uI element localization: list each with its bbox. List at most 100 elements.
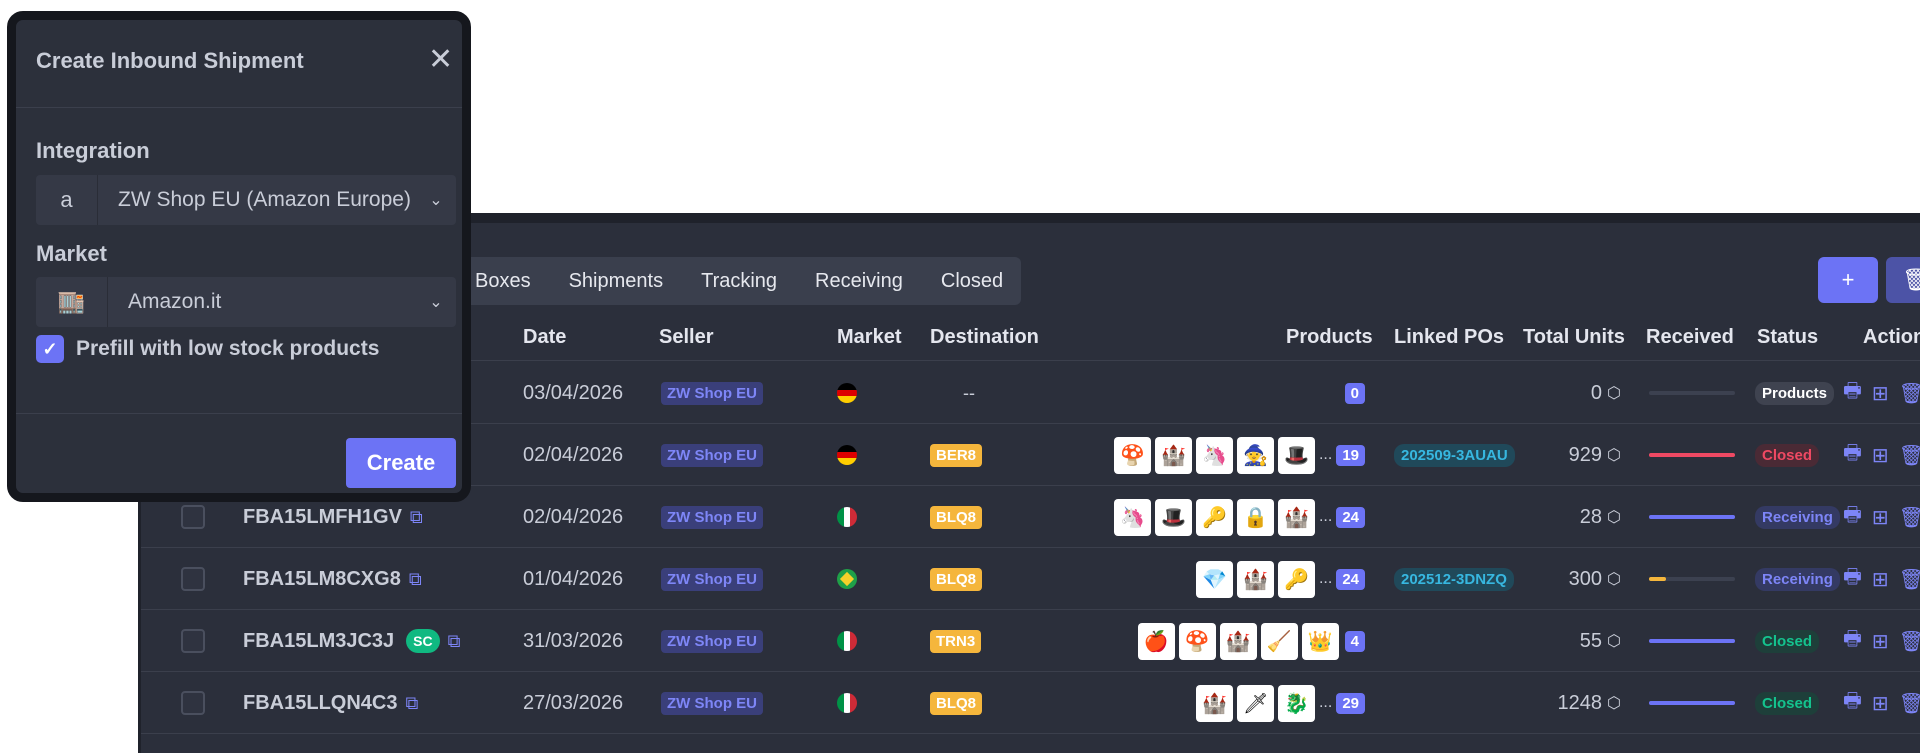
trash-icon[interactable]: 🗑: [1899, 505, 1920, 530]
integration-select[interactable]: a ZW Shop EU (Amazon Europe) ⌄: [36, 175, 456, 225]
add-box-icon[interactable]: ⊞: [1872, 567, 1889, 592]
total-units: 929: [1568, 443, 1603, 466]
tab-boxes[interactable]: Boxes: [461, 270, 550, 293]
shipment-id[interactable]: FBA15LLQN4C3: [243, 692, 397, 715]
product-thumbnail[interactable]: 🍄: [1178, 622, 1216, 660]
add-box-icon[interactable]: ⊞: [1872, 381, 1889, 406]
products-count: 0: [1344, 382, 1365, 404]
external-link-icon[interactable]: ⧉: [448, 631, 461, 652]
status-badge: Products: [1755, 381, 1835, 405]
linked-po-badge[interactable]: 202509-3AUAU: [1394, 443, 1515, 467]
product-thumbnail[interactable]: 🔑: [1277, 560, 1315, 598]
trash-icon[interactable]: 🗑: [1899, 567, 1920, 592]
add-box-icon[interactable]: ⊞: [1872, 629, 1889, 654]
col-destination[interactable]: Destination: [930, 326, 1039, 349]
tab-receiving[interactable]: Receiving: [796, 270, 922, 293]
date: 31/03/2026: [523, 629, 624, 652]
delete-button[interactable]: 🗑: [1886, 257, 1920, 303]
tab-shipments[interactable]: Shipments: [550, 270, 683, 293]
destination-badge: BLQ8: [930, 691, 983, 715]
products-count: 19: [1336, 444, 1365, 466]
product-thumbnail[interactable]: 🧙: [1236, 436, 1274, 474]
col-total-units[interactable]: Total Units: [1523, 326, 1625, 349]
destination-badge: TRN3: [930, 629, 982, 653]
received-progress-bar: [1649, 391, 1735, 395]
row-checkbox[interactable]: [181, 505, 205, 529]
market-select[interactable]: 🏬 Amazon.it ⌄: [36, 277, 456, 327]
more-ellipsis: ...: [1318, 446, 1333, 463]
product-thumbnail[interactable]: 🦄: [1195, 436, 1233, 474]
product-thumbnail[interactable]: 🦄: [1113, 498, 1151, 536]
more-ellipsis: ...: [1318, 508, 1333, 525]
row-checkbox[interactable]: [181, 629, 205, 653]
col-seller[interactable]: Seller: [659, 326, 713, 349]
product-thumbnail[interactable]: 🍄: [1113, 436, 1151, 474]
product-thumbnail[interactable]: 🏰: [1277, 498, 1315, 536]
row-checkbox[interactable]: [181, 691, 205, 715]
product-thumbnail[interactable]: 👑: [1301, 622, 1339, 660]
col-status[interactable]: Status: [1757, 326, 1818, 349]
linked-po-badge[interactable]: 202512-3DNZQ: [1394, 567, 1514, 591]
trash-icon[interactable]: 🗑: [1899, 629, 1920, 654]
trash-icon[interactable]: 🗑: [1899, 381, 1920, 406]
product-thumbnail[interactable]: 🍎: [1137, 622, 1175, 660]
product-thumbnail[interactable]: 🏰: [1195, 684, 1233, 722]
col-date[interactable]: Date: [523, 326, 566, 349]
product-thumbnail[interactable]: 🏰: [1154, 436, 1192, 474]
prefill-checkbox[interactable]: ✓: [36, 335, 64, 363]
print-icon[interactable]: 🖶: [1843, 624, 1862, 658]
create-button[interactable]: Create: [346, 438, 456, 488]
add-box-icon[interactable]: ⊞: [1872, 505, 1889, 530]
create-inbound-shipment-modal: Create Inbound Shipment ✕ Integration a …: [7, 11, 471, 502]
external-link-icon[interactable]: ⧉: [410, 507, 423, 528]
trash-icon[interactable]: 🗑: [1899, 691, 1920, 716]
table-row[interactable]: FBA15LM3JC3J SC ⧉ 31/03/2026 ZW Shop EU TRN…: [141, 610, 1920, 672]
col-market[interactable]: Market: [837, 326, 901, 349]
col-linked-pos[interactable]: Linked POs: [1394, 326, 1504, 349]
row-checkbox[interactable]: [181, 567, 205, 591]
shipment-id[interactable]: FBA15LM8CXG8: [243, 568, 401, 591]
italy-flag-icon: [837, 631, 857, 651]
product-thumbnail[interactable]: 🏰: [1236, 560, 1274, 598]
table-row[interactable]: FBA15LLQN4C3 ⧉ 27/03/2026 ZW Shop EU BLQ8 🏰 🗡…: [141, 672, 1920, 734]
product-thumbnail[interactable]: 🎩: [1154, 498, 1192, 536]
integration-value: ZW Shop EU (Amazon Europe): [118, 188, 411, 211]
print-icon[interactable]: 🖶: [1843, 562, 1862, 596]
product-thumbnail[interactable]: 🐉: [1277, 684, 1315, 722]
more-ellipsis: ...: [1318, 694, 1333, 711]
tab-closed[interactable]: Closed: [922, 270, 1022, 293]
product-thumbnail[interactable]: 💎: [1195, 560, 1233, 598]
seller-badge: ZW Shop EU: [661, 443, 763, 467]
add-box-icon[interactable]: ⊞: [1872, 443, 1889, 468]
col-received[interactable]: Received: [1646, 326, 1734, 349]
external-link-icon[interactable]: ⧉: [409, 569, 422, 590]
products-count: 24: [1336, 568, 1365, 590]
total-units: 28: [1579, 505, 1603, 528]
product-thumbnail[interactable]: 🔒: [1236, 498, 1274, 536]
external-link-icon[interactable]: ⧉: [405, 693, 418, 714]
product-thumbnail[interactable]: 🧹: [1260, 622, 1298, 660]
product-thumbnail[interactable]: 🏰: [1219, 622, 1257, 660]
add-shipment-button[interactable]: +: [1818, 257, 1878, 303]
germany-flag-icon: [837, 445, 857, 465]
close-icon[interactable]: ✕: [428, 42, 453, 77]
product-thumbnail[interactable]: 🔑: [1195, 498, 1233, 536]
col-products[interactable]: Products: [1286, 326, 1373, 349]
box-icon: ⬡: [1607, 447, 1621, 464]
trash-icon[interactable]: 🗑: [1899, 443, 1920, 468]
tab-tracking[interactable]: Tracking: [682, 270, 796, 293]
shipment-id[interactable]: FBA15LMFH1GV: [243, 506, 402, 529]
print-icon[interactable]: 🖶: [1843, 500, 1862, 534]
print-icon[interactable]: 🖶: [1843, 438, 1862, 472]
seller-badge: ZW Shop EU: [661, 691, 763, 715]
product-thumbnail[interactable]: 🗡: [1236, 684, 1274, 722]
print-icon[interactable]: 🖶: [1843, 686, 1862, 720]
product-thumbnail[interactable]: 🎩: [1277, 436, 1315, 474]
print-icon[interactable]: 🖶: [1843, 376, 1862, 410]
destination-empty: --: [963, 382, 975, 403]
prefill-checkbox-row[interactable]: ✓ Prefill with low stock products: [36, 335, 379, 363]
destination-badge: BER8: [930, 443, 983, 467]
table-row[interactable]: FBA15LM8CXG8 ⧉ 01/04/2026 ZW Shop EU BLQ8 💎 🏰…: [141, 548, 1920, 610]
shipment-id[interactable]: FBA15LM3JC3J: [243, 630, 394, 653]
add-box-icon[interactable]: ⊞: [1872, 691, 1889, 716]
